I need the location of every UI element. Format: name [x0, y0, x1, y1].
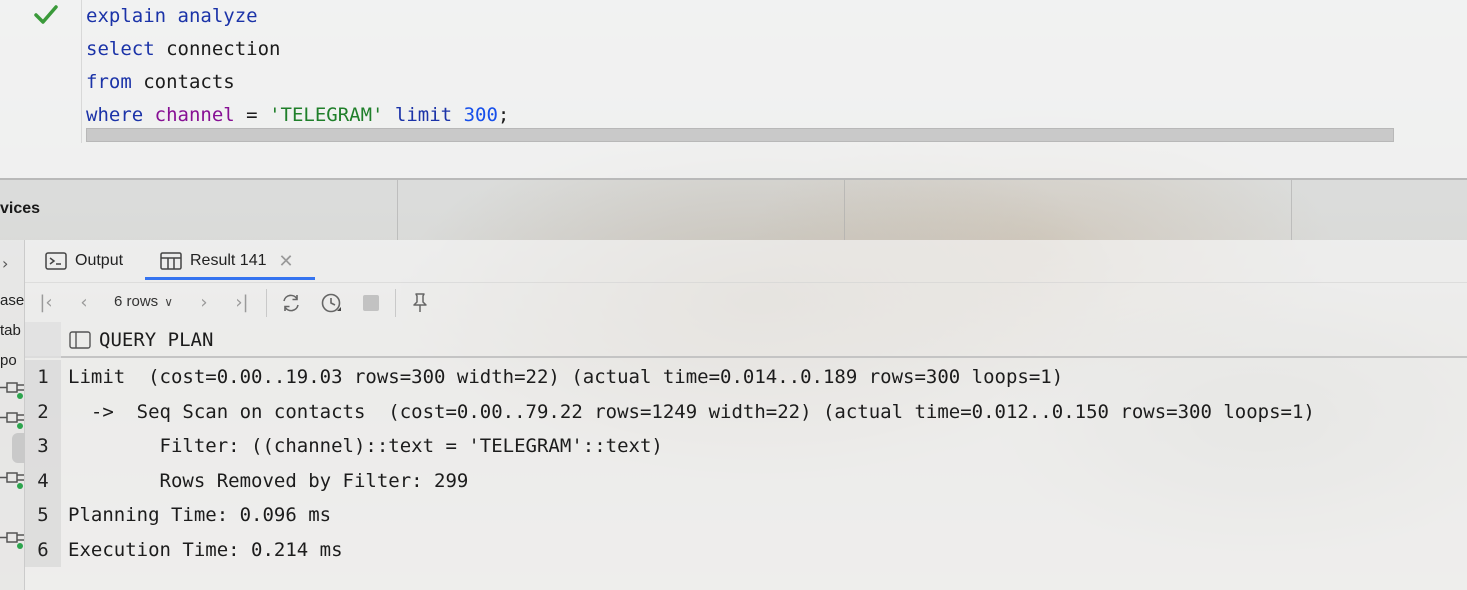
- services-tree-item[interactable]: tab: [0, 322, 21, 339]
- keyword: from: [86, 71, 132, 93]
- chevron-right-icon[interactable]: ›: [2, 254, 8, 273]
- row-number[interactable]: 6: [25, 532, 61, 567]
- check-icon: [34, 5, 58, 24]
- divider: [844, 180, 845, 240]
- result-tabs: Output Result 141 ✕: [25, 240, 1467, 282]
- services-header: [0, 180, 1467, 240]
- last-page-icon[interactable]: ›|: [231, 292, 253, 314]
- selected-tree-item[interactable]: [12, 433, 25, 463]
- keyword: explain: [86, 5, 167, 27]
- column-header-label: QUERY PLAN: [99, 329, 214, 351]
- first-page-icon[interactable]: |‹: [35, 292, 57, 314]
- tab-label: Result 141: [190, 252, 267, 269]
- table-icon: [160, 252, 182, 270]
- services-tree-item[interactable]: ase: [0, 292, 24, 309]
- pin-icon[interactable]: [409, 292, 431, 314]
- horizontal-scrollbar[interactable]: [86, 128, 1394, 142]
- connection-icon[interactable]: [0, 380, 24, 400]
- code-text: connection: [154, 38, 281, 60]
- grid-corner[interactable]: [25, 322, 61, 358]
- code-text: ;: [497, 104, 510, 126]
- table-row[interactable]: 6 Execution Time: 0.214 ms: [25, 532, 1467, 568]
- chevron-down-icon: ∨: [164, 294, 173, 309]
- keyword: analyze: [177, 5, 258, 27]
- code-text: contacts: [131, 71, 235, 93]
- row-number[interactable]: 2: [25, 394, 61, 429]
- tab-result-141[interactable]: Result 141 ✕: [145, 240, 315, 282]
- table-row[interactable]: 1 Limit (cost=0.00..19.03 rows=300 width…: [25, 360, 1467, 395]
- column-name: channel: [154, 104, 235, 126]
- column-icon: [69, 331, 91, 349]
- connection-icon[interactable]: [0, 470, 24, 490]
- number-literal: 300: [463, 104, 498, 126]
- next-page-icon[interactable]: ›: [193, 292, 215, 314]
- keyword: limit: [394, 104, 453, 126]
- services-tree-item[interactable]: po: [0, 352, 17, 369]
- editor-gutter: [0, 0, 82, 143]
- tab-label: Output: [75, 252, 124, 269]
- connection-icon[interactable]: [0, 530, 24, 550]
- keyword: where: [86, 104, 144, 126]
- table-row[interactable]: 4 Rows Removed by Filter: 299: [25, 463, 1467, 499]
- row-number[interactable]: 3: [25, 429, 61, 464]
- rows-count: 6 rows: [114, 293, 159, 310]
- table-cell[interactable]: Planning Time: 0.096 ms: [68, 498, 331, 533]
- history-icon[interactable]: [320, 292, 342, 314]
- console-icon: [45, 252, 67, 270]
- table-row[interactable]: 5 Planning Time: 0.096 ms: [25, 498, 1467, 533]
- row-number[interactable]: 1: [25, 360, 61, 395]
- code-line-2[interactable]: select connection: [86, 34, 280, 64]
- column-header-query-plan[interactable]: QUERY PLAN: [69, 322, 213, 358]
- table-cell[interactable]: -> Seq Scan on contacts (cost=0.00..79.2…: [68, 395, 1315, 430]
- toolbar-separator: [395, 289, 396, 317]
- divider: [1291, 180, 1292, 240]
- table-cell[interactable]: Rows Removed by Filter: 299: [68, 464, 469, 499]
- result-grid[interactable]: QUERY PLAN 1 Limit (cost=0.00..19.03 row…: [25, 322, 1467, 590]
- toolbar-separator: [266, 289, 267, 317]
- table-cell[interactable]: Execution Time: 0.214 ms: [68, 533, 343, 568]
- row-number[interactable]: 4: [25, 463, 61, 498]
- close-icon[interactable]: ✕: [279, 251, 294, 272]
- table-row[interactable]: 3 Filter: ((channel)::text = 'TELEGRAM':…: [25, 429, 1467, 464]
- table-cell[interactable]: Limit (cost=0.00..19.03 rows=300 width=2…: [68, 360, 1063, 395]
- sql-editor[interactable]: explain analyze select connection from c…: [0, 0, 1467, 180]
- code-line-1[interactable]: explain analyze: [86, 1, 258, 31]
- string-literal: 'TELEGRAM': [269, 104, 384, 126]
- stop-icon[interactable]: [360, 292, 382, 314]
- prev-page-icon[interactable]: ‹: [73, 292, 95, 314]
- keyword: select: [86, 38, 155, 60]
- page-size-select[interactable]: 6 rows ∨: [114, 293, 173, 310]
- services-title: vices: [0, 200, 41, 217]
- code-line-4[interactable]: where channel = 'TELEGRAM' limit 300;: [86, 100, 509, 130]
- table-cell[interactable]: Filter: ((channel)::text = 'TELEGRAM'::t…: [68, 429, 663, 464]
- reload-icon[interactable]: [280, 292, 302, 314]
- connection-icon[interactable]: [0, 410, 24, 430]
- result-toolbar: |‹ ‹ 6 rows ∨ › ›|: [25, 282, 1467, 322]
- tab-output[interactable]: Output: [45, 240, 123, 282]
- divider: [397, 180, 398, 240]
- row-number[interactable]: 5: [25, 498, 61, 533]
- code-text: =: [234, 104, 270, 126]
- code-line-3[interactable]: from contacts: [86, 67, 235, 97]
- grid-header: QUERY PLAN: [25, 322, 1467, 358]
- table-row[interactable]: 2 -> Seq Scan on contacts (cost=0.00..79…: [25, 394, 1467, 430]
